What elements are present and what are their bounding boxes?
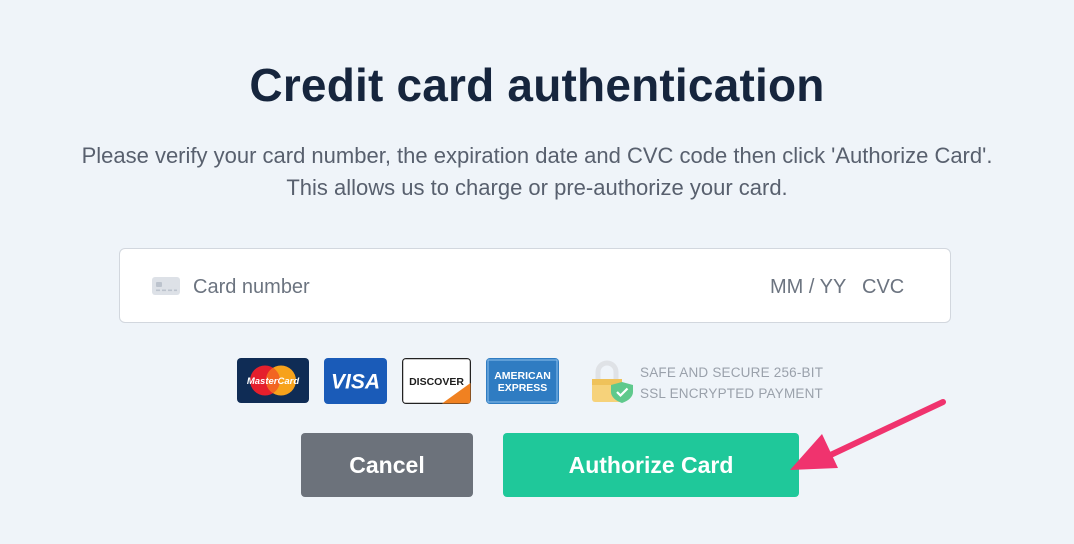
visa-logo-text: VISA [331, 371, 380, 394]
card-details-field[interactable]: Card number MM / YY CVC [119, 248, 951, 323]
credit-card-icon [152, 277, 180, 300]
expiry-date-input[interactable]: MM / YY [770, 276, 846, 299]
amex-logo-line2: EXPRESS [498, 382, 548, 394]
authorize-card-button[interactable]: Authorize Card [503, 433, 799, 497]
discover-logo: DISCOVER [402, 358, 471, 404]
security-line-1: SAFE AND SECURE 256-BIT [640, 365, 824, 380]
card-auth-page: Credit card authentication Please verify… [0, 0, 1074, 544]
amex-logo-line1: AMERICAN [494, 370, 551, 382]
card-number-input[interactable]: Card number [193, 276, 310, 299]
cvc-input[interactable]: CVC [862, 276, 904, 299]
padlock-shield-icon [589, 360, 635, 409]
cancel-button[interactable]: Cancel [301, 433, 473, 497]
mastercard-logo-text: MasterCard [247, 376, 299, 387]
pointer-arrow-icon [780, 390, 960, 490]
mastercard-logo: MasterCard [237, 358, 309, 403]
page-description: Please verify your card number, the expi… [81, 143, 993, 200]
visa-logo: VISA [324, 358, 387, 404]
page-title: Credit card authentication [249, 59, 825, 111]
amex-logo: AMERICAN EXPRESS [486, 358, 559, 404]
discover-logo-text: DISCOVER [409, 376, 464, 388]
